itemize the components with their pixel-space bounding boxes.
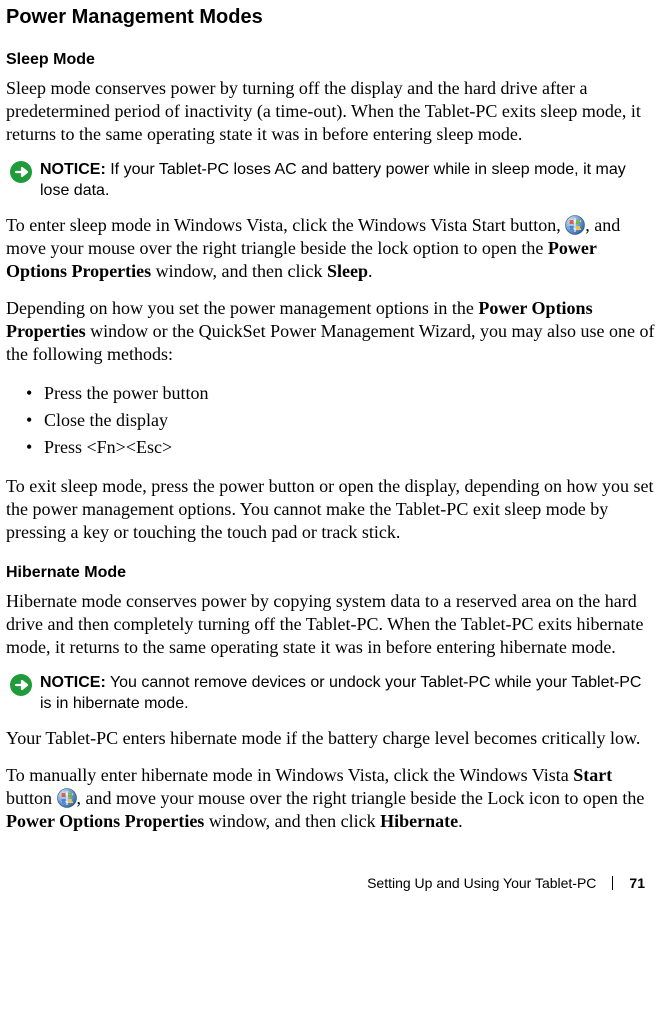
notice-text: NOTICE: You cannot remove devices or und… xyxy=(40,673,657,715)
manual-page: Power Management Modes Sleep Mode Sleep … xyxy=(0,0,663,911)
sleep-exit-text: To exit sleep mode, press the power butt… xyxy=(6,475,657,544)
notice-block: NOTICE: If your Tablet-PC loses AC and b… xyxy=(6,160,657,202)
notice-arrow-icon xyxy=(10,161,32,183)
page-footer: Setting Up and Using Your Tablet-PC 71 xyxy=(6,875,657,891)
notice-body: You cannot remove devices or undock your… xyxy=(40,674,641,712)
hibernate-manual-text: To manually enter hibernate mode in Wind… xyxy=(6,764,657,833)
list-item: Press <Fn><Esc> xyxy=(44,434,657,461)
notice-body: If your Tablet-PC loses AC and battery p… xyxy=(40,161,626,199)
notice-label: NOTICE: xyxy=(40,674,106,691)
notice-label: NOTICE: xyxy=(40,161,106,178)
notice-arrow-icon xyxy=(10,674,32,696)
hibernate-low-battery-text: Your Tablet-PC enters hibernate mode if … xyxy=(6,727,657,750)
footer-section-label: Setting Up and Using Your Tablet-PC xyxy=(367,875,596,891)
sleep-mode-heading: Sleep Mode xyxy=(6,51,657,69)
sleep-intro-text: Sleep mode conserves power by turning of… xyxy=(6,77,657,146)
notice-text: NOTICE: If your Tablet-PC loses AC and b… xyxy=(40,160,657,202)
footer-separator xyxy=(612,876,613,890)
notice-block: NOTICE: You cannot remove devices or und… xyxy=(6,673,657,715)
hibernate-mode-heading: Hibernate Mode xyxy=(6,564,657,582)
list-item: Press the power button xyxy=(44,380,657,407)
page-title: Power Management Modes xyxy=(6,6,657,29)
hibernate-intro-text: Hibernate mode conserves power by copyin… xyxy=(6,590,657,659)
sleep-enter-text: To enter sleep mode in Windows Vista, cl… xyxy=(6,214,657,283)
page-number: 71 xyxy=(629,875,645,891)
windows-start-orb-icon xyxy=(57,788,77,808)
list-item: Close the display xyxy=(44,407,657,434)
sleep-options-text: Depending on how you set the power manag… xyxy=(6,297,657,366)
sleep-methods-list: Press the power button Close the display… xyxy=(6,380,657,461)
windows-start-orb-icon xyxy=(565,215,585,235)
